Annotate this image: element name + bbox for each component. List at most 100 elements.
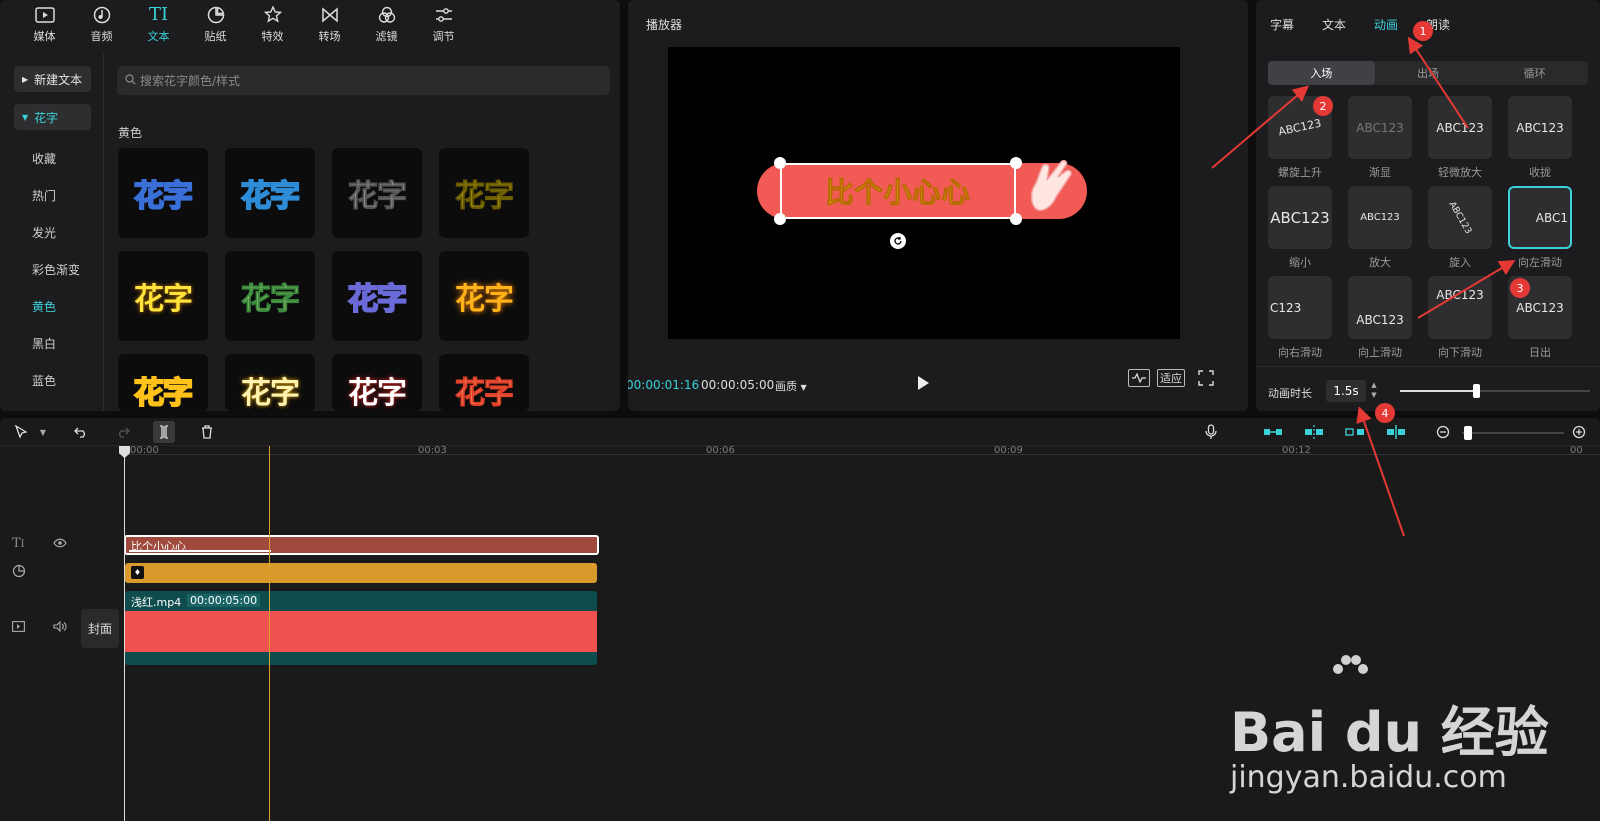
tab-text[interactable]: 文本 <box>1322 16 1346 33</box>
fullscreen-icon[interactable] <box>1198 370 1214 386</box>
redo-icon[interactable] <box>112 421 134 443</box>
delete-icon[interactable] <box>196 421 218 443</box>
playhead-handle-icon[interactable] <box>119 446 130 458</box>
sidebar-item-blue[interactable]: 蓝色 <box>32 372 56 389</box>
eye-icon[interactable] <box>53 538 67 551</box>
time-ruler[interactable] <box>125 454 1600 455</box>
fit-button[interactable]: 适应 <box>1157 369 1185 387</box>
tool-transition[interactable]: 转场 <box>301 0 358 48</box>
caret-down-icon: ▼ <box>800 383 807 392</box>
caption-text: 比个小心心 <box>825 176 971 210</box>
linkage-icon[interactable] <box>1344 421 1366 443</box>
zoom-out-icon[interactable] <box>1432 421 1454 443</box>
preset-tile[interactable]: 花字 <box>118 148 208 238</box>
anim-label: 向左滑动 <box>1518 256 1562 269</box>
video-canvas[interactable]: 比个小心心 <box>668 47 1180 339</box>
sidebar-item-bw[interactable]: 黑白 <box>32 335 56 352</box>
tool-text[interactable]: TI 文本 <box>130 0 187 48</box>
sidebar-item-hot[interactable]: 热门 <box>32 187 56 204</box>
waveform-icon[interactable] <box>1128 369 1150 387</box>
duration-input[interactable]: 1.5s <box>1326 380 1366 402</box>
segment-loop[interactable]: 循环 <box>1481 61 1588 85</box>
anim-card-enlarge[interactable]: ABC123 <box>1348 186 1412 249</box>
duration-stepper[interactable]: ▲ ▼ <box>1368 380 1380 402</box>
anim-card-shrink[interactable]: ABC123 <box>1268 186 1332 249</box>
preset-tile[interactable]: 花字 <box>225 251 315 341</box>
preset-tile[interactable]: 花字 <box>439 251 529 341</box>
auto-snap-icon[interactable] <box>1303 421 1325 443</box>
zoom-slider[interactable] <box>1462 426 1564 440</box>
anim-preview: ABC123 <box>1436 288 1484 302</box>
materials-panel: 媒体 音频 TI 文本 贴纸 特效 转场 滤镜 调节 ▶ 新建文本 ▼ 花字 收… <box>0 0 620 411</box>
text-clip[interactable]: 比个小心心 <box>124 535 599 555</box>
handle-br[interactable] <box>1010 213 1022 225</box>
preset-tile[interactable]: 花字 <box>225 354 315 411</box>
tool-sticker[interactable]: 贴纸 <box>187 0 244 48</box>
split-icon[interactable] <box>153 421 175 443</box>
tool-filter[interactable]: 滤镜 <box>358 0 415 48</box>
anim-card-slide-up[interactable]: ABC123 <box>1348 276 1412 339</box>
sidebar-item-gradient[interactable]: 彩色渐变 <box>32 261 80 278</box>
duration-slider[interactable] <box>1400 384 1590 398</box>
select-dropdown-icon[interactable]: ▼ <box>32 421 54 443</box>
cover-button[interactable]: 封面 <box>81 609 119 648</box>
tab-animation[interactable]: 动画 <box>1374 16 1398 33</box>
anim-preview: ABC123 <box>1446 199 1474 236</box>
duration-slider-knob[interactable] <box>1473 384 1480 398</box>
anim-label: 收拢 <box>1529 166 1551 179</box>
rotate-handle-icon[interactable] <box>890 233 906 249</box>
preset-tile[interactable]: 花字 <box>225 148 315 238</box>
anim-card-rotate-in[interactable]: ABC123 <box>1428 186 1492 249</box>
preset-tile[interactable]: 花字 <box>118 354 208 411</box>
tool-audio[interactable]: 音频 <box>73 0 130 48</box>
effect-clip[interactable]: ♦ <box>125 563 597 583</box>
anim-card-slide-down[interactable]: ABC123 <box>1428 276 1492 339</box>
anim-preview: ABC1 <box>1535 210 1568 225</box>
sidebar-item-favorites[interactable]: 收藏 <box>32 150 56 167</box>
undo-icon[interactable] <box>70 421 92 443</box>
caret-down-icon: ▼ <box>22 112 29 122</box>
preset-tile[interactable]: 花字 <box>118 251 208 341</box>
preset-tile[interactable]: 花字 <box>332 148 422 238</box>
anim-card-fade-in[interactable]: ABC123 <box>1348 96 1412 159</box>
segment-in[interactable]: 入场 <box>1268 61 1375 85</box>
tab-subtitle[interactable]: 字幕 <box>1270 16 1294 33</box>
speaker-icon[interactable] <box>53 620 67 635</box>
anim-card-slight-zoom[interactable]: ABC123 <box>1428 96 1492 159</box>
search-placeholder: 搜索花字颜色/样式 <box>140 74 241 88</box>
anim-card-slide-left[interactable]: ABC1 <box>1508 186 1572 249</box>
tool-adjust[interactable]: 调节 <box>415 0 472 48</box>
preset-tile[interactable]: 花字 <box>439 354 529 411</box>
handle-tr[interactable] <box>1010 157 1022 169</box>
segment-out[interactable]: 出场 <box>1375 61 1482 85</box>
preset-tile[interactable]: 花字 <box>439 148 529 238</box>
search-input[interactable]: 搜索花字颜色/样式 <box>117 66 610 95</box>
preset-tile[interactable]: 花字 <box>332 251 422 341</box>
playhead-line[interactable] <box>269 446 270 821</box>
handle-tl[interactable] <box>774 157 786 169</box>
preview-axis-icon[interactable] <box>1385 421 1407 443</box>
anim-card-slide-right[interactable]: C123 <box>1268 276 1332 339</box>
tool-effects[interactable]: 特效 <box>244 0 301 48</box>
select-tool-icon[interactable] <box>10 421 32 443</box>
preset-tile[interactable]: 花字 <box>332 354 422 411</box>
anim-preview: C123 <box>1270 300 1302 315</box>
anim-preview: ABC123 <box>1356 120 1404 135</box>
play-button[interactable] <box>916 375 932 391</box>
sidebar-item-yellow[interactable]: 黄色 <box>32 298 56 315</box>
ruler-label: 00:03 <box>418 445 447 456</box>
zoom-slider-knob[interactable] <box>1464 426 1473 440</box>
new-text-button[interactable]: ▶ 新建文本 <box>14 66 91 92</box>
caption-text-box[interactable]: 比个小心心 <box>780 163 1016 219</box>
sidebar-item-glow[interactable]: 发光 <box>32 224 56 241</box>
quality-dropdown[interactable]: 画质 ▼ <box>775 378 807 394</box>
video-clip[interactable]: 浅红.mp4 00:00:05:00 <box>125 591 597 665</box>
handle-bl[interactable] <box>774 213 786 225</box>
zoom-in-icon[interactable] <box>1568 421 1590 443</box>
main-track-magnet-icon[interactable] <box>1262 421 1284 443</box>
microphone-icon[interactable] <box>1200 421 1222 443</box>
paw-logo-icon <box>1330 655 1370 687</box>
sidebar-section-huazi[interactable]: ▼ 花字 <box>14 104 91 130</box>
tool-media[interactable]: 媒体 <box>16 0 73 48</box>
anim-card-gather[interactable]: ABC123 <box>1508 96 1572 159</box>
